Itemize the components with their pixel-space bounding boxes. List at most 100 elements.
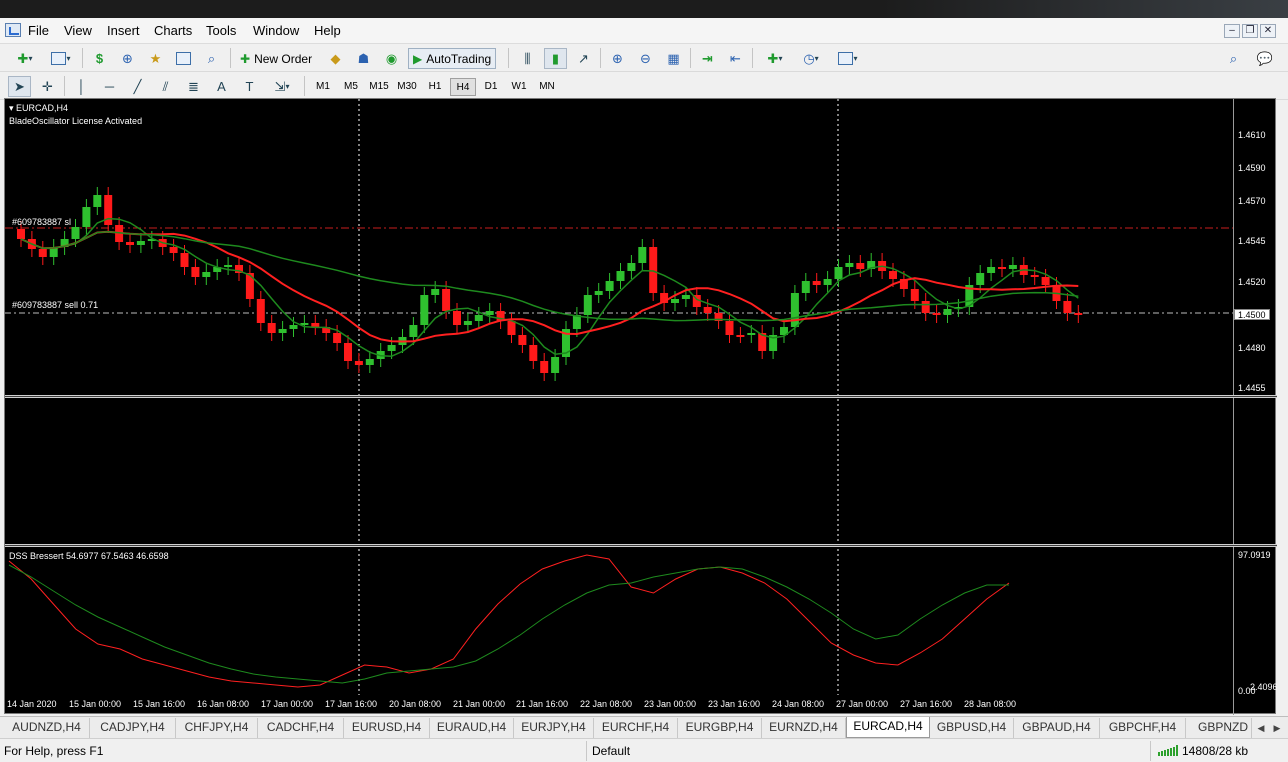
- tab-scroll-left-icon[interactable]: ◀: [1254, 720, 1268, 736]
- tab-gbpaud[interactable]: GBPAUD,H4: [1014, 718, 1100, 738]
- tab-chfjpy[interactable]: CHFJPY,H4: [176, 718, 258, 738]
- equidistant-channel-icon[interactable]: ⫽: [154, 76, 177, 97]
- autoscroll-icon[interactable]: ⇥: [696, 48, 719, 69]
- horizontal-line-icon[interactable]: ─: [98, 76, 121, 97]
- bullish-candle: [681, 295, 690, 299]
- cursor-icon[interactable]: ➤: [8, 76, 31, 97]
- arrows-button[interactable]: ⇲ ▾: [266, 76, 298, 97]
- time-label: 14 Jan 2020: [7, 699, 57, 709]
- timeframe-m1[interactable]: M1: [310, 78, 336, 96]
- zoom-in-icon[interactable]: ⊕: [606, 48, 629, 69]
- new-order-button[interactable]: ✚ New Order: [236, 48, 316, 69]
- chart-canvas[interactable]: [5, 99, 1277, 715]
- time-label: 16 Jan 08:00: [197, 699, 250, 709]
- bullish-candle: [801, 281, 810, 293]
- pane-separator-2[interactable]: [5, 544, 1277, 547]
- search-icon[interactable]: ⌕: [1222, 48, 1245, 69]
- metaeditor-icon[interactable]: ◆: [324, 48, 347, 69]
- timeframe-w1[interactable]: W1: [506, 78, 532, 96]
- bar-chart-icon[interactable]: ⫼: [516, 48, 539, 69]
- restore-icon[interactable]: ❐: [1242, 24, 1258, 38]
- vertical-line-icon[interactable]: │: [70, 76, 93, 97]
- tab-eurcad[interactable]: EURCAD,H4: [846, 717, 930, 738]
- menu-insert[interactable]: Insert: [107, 23, 140, 38]
- new-chart-button[interactable]: ✚ ▾: [8, 48, 42, 69]
- tab-gbpnzd[interactable]: GBPNZD: [1186, 718, 1252, 738]
- periods-button[interactable]: ◷ ▾: [796, 48, 826, 69]
- navigator-icon[interactable]: ★: [144, 48, 167, 69]
- bullish-candle: [627, 263, 636, 271]
- bullish-candle: [594, 291, 603, 295]
- bullish-candle: [976, 273, 985, 285]
- bearish-candle: [540, 361, 549, 373]
- text-icon[interactable]: A: [210, 76, 233, 97]
- tester-icon[interactable]: ⌕: [200, 48, 223, 69]
- tab-eurnzd[interactable]: EURNZD,H4: [762, 718, 846, 738]
- zoom-out-icon[interactable]: ⊖: [634, 48, 657, 69]
- menu-help[interactable]: Help: [314, 23, 341, 38]
- bearish-candle: [169, 247, 178, 253]
- pane-separator-1[interactable]: [5, 395, 1277, 398]
- line-chart-icon[interactable]: ↗: [572, 48, 595, 69]
- chart-shift-icon[interactable]: ⇤: [724, 48, 747, 69]
- tab-gbpchf[interactable]: GBPCHF,H4: [1100, 718, 1186, 738]
- minimize-icon[interactable]: –: [1224, 24, 1240, 38]
- menu-file[interactable]: File: [28, 23, 49, 38]
- tab-cadjpy[interactable]: CADJPY,H4: [90, 718, 176, 738]
- market-icon[interactable]: ◉: [380, 48, 403, 69]
- time-label: 22 Jan 08:00: [580, 699, 633, 709]
- current-price-box: 1.4500: [1234, 309, 1270, 320]
- menu-view[interactable]: View: [64, 23, 92, 38]
- time-label: 23 Jan 00:00: [644, 699, 697, 709]
- time-label: 20 Jan 08:00: [389, 699, 442, 709]
- bullish-candle: [834, 267, 843, 279]
- tab-audnzd[interactable]: AUDNZD,H4: [4, 718, 90, 738]
- signals-icon[interactable]: ☗: [352, 48, 375, 69]
- menu-charts[interactable]: Charts: [154, 23, 192, 38]
- timeframe-m5[interactable]: M5: [338, 78, 364, 96]
- bearish-candle: [812, 281, 821, 285]
- price-tick: 1.4480: [1238, 343, 1266, 353]
- menu-tools[interactable]: Tools: [206, 23, 236, 38]
- trendline-icon[interactable]: ╱: [126, 76, 149, 97]
- menu-window[interactable]: Window: [253, 23, 299, 38]
- price-scale-border: [1233, 99, 1234, 715]
- title-strip-fade: [880, 0, 1288, 18]
- tab-scroll-right-icon[interactable]: ▶: [1270, 720, 1284, 736]
- bullish-candle: [463, 321, 472, 325]
- sell-label: #609783887 sell 0.71: [12, 300, 99, 310]
- time-label: 23 Jan 16:00: [708, 699, 761, 709]
- timeframe-h1[interactable]: H1: [422, 78, 448, 96]
- market-watch-icon[interactable]: $: [88, 48, 111, 69]
- bullish-candle: [671, 299, 679, 303]
- tab-cadchf[interactable]: CADCHF,H4: [258, 718, 344, 738]
- tab-euraud[interactable]: EURAUD,H4: [430, 718, 514, 738]
- close-icon[interactable]: ✕: [1260, 24, 1276, 38]
- timeframe-h4[interactable]: H4: [450, 78, 476, 96]
- terminal-icon[interactable]: [172, 48, 195, 69]
- tab-eurchf[interactable]: EURCHF,H4: [594, 718, 678, 738]
- candlestick-icon[interactable]: ▮: [544, 48, 567, 69]
- tab-gbpusd[interactable]: GBPUSD,H4: [930, 718, 1014, 738]
- timeframe-m15[interactable]: M15: [366, 78, 392, 96]
- tab-eurgbp[interactable]: EURGBP,H4: [678, 718, 762, 738]
- time-label: 24 Jan 08:00: [772, 699, 825, 709]
- tab-eurusd[interactable]: EURUSD,H4: [344, 718, 430, 738]
- tile-windows-icon[interactable]: ▦: [662, 48, 685, 69]
- data-window-icon[interactable]: ⊕: [116, 48, 139, 69]
- indicators-button[interactable]: ✚ ▾: [760, 48, 790, 69]
- templates-button[interactable]: ▾: [832, 48, 864, 69]
- chat-icon[interactable]: 💬: [1250, 48, 1280, 69]
- chart-window[interactable]: ▾ EURCAD,H4 BladeOscillator License Acti…: [4, 98, 1278, 715]
- profiles-button[interactable]: ▾: [46, 48, 76, 69]
- bearish-candle: [126, 242, 134, 245]
- fibonacci-icon[interactable]: ≣: [182, 76, 205, 97]
- bullish-candle: [943, 309, 952, 315]
- autotrading-button[interactable]: ▶ AutoTrading: [408, 48, 497, 69]
- text-label-icon[interactable]: T: [238, 76, 261, 97]
- tab-eurjpy[interactable]: EURJPY,H4: [514, 718, 594, 738]
- timeframe-m30[interactable]: M30: [394, 78, 420, 96]
- timeframe-d1[interactable]: D1: [478, 78, 504, 96]
- timeframe-mn[interactable]: MN: [534, 78, 560, 96]
- crosshair-icon[interactable]: ✛: [36, 76, 59, 97]
